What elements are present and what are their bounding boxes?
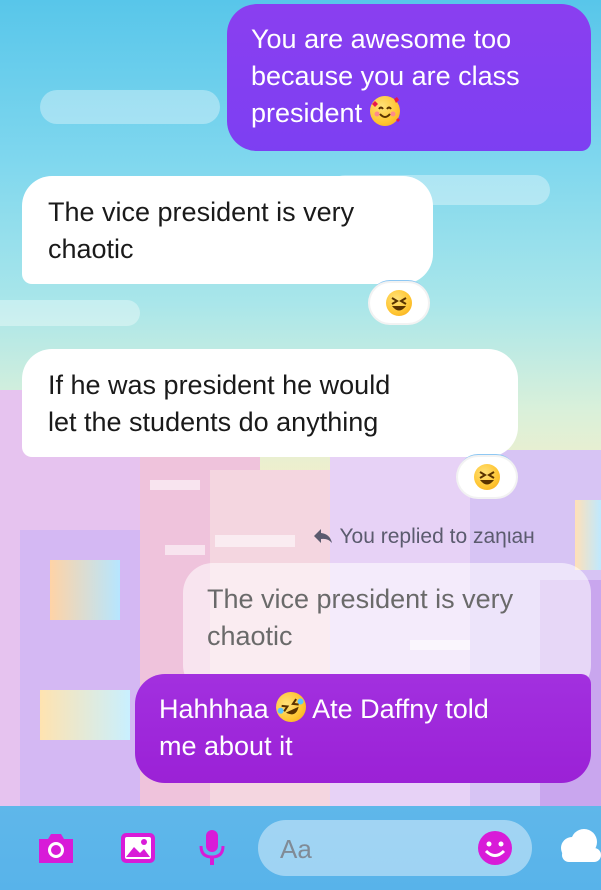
quoted-line: chaotic	[207, 621, 293, 651]
reply-context-label: You replied to zaηιaн	[312, 525, 535, 551]
grinning-squinting-face-icon	[386, 290, 412, 316]
emoji-icon	[476, 831, 514, 871]
message-line: because you are class	[251, 61, 520, 91]
reaction-badge[interactable]	[458, 457, 516, 497]
emoji-picker-button[interactable]	[476, 829, 514, 872]
message-line: If he was president he would	[48, 370, 391, 400]
message-incoming[interactable]: If he was president he would let the stu…	[22, 349, 518, 457]
message-line: You are awesome too	[251, 24, 512, 54]
gallery-button[interactable]	[116, 828, 160, 872]
message-line: Hahhhaa Ate Daffny told	[159, 687, 567, 728]
message-outgoing[interactable]: You are awesome too because you are clas…	[227, 4, 591, 151]
composer-bar: Aa	[0, 806, 601, 890]
microphone-icon	[197, 828, 227, 873]
message-incoming[interactable]: The vice president is very chaotic	[22, 176, 433, 284]
grinning-squinting-face-icon	[474, 464, 500, 490]
camera-button[interactable]	[34, 828, 78, 872]
message-input-placeholder: Aa	[280, 834, 312, 864]
message-line: let the students do anything	[48, 407, 379, 437]
rolling-on-floor-laughing-icon	[271, 687, 312, 727]
message-line: president	[251, 95, 567, 132]
message-line: me about it	[159, 731, 293, 761]
message-input[interactable]: Aa	[258, 820, 532, 876]
message-outgoing[interactable]: Hahhhaa Ate Daffny told me about it	[135, 674, 591, 783]
camera-icon	[35, 830, 77, 871]
quoted-line: The vice president is very	[207, 584, 514, 614]
message-line: The vice president is very	[48, 197, 355, 227]
message-line: chaotic	[48, 234, 134, 264]
voice-button[interactable]	[190, 828, 234, 872]
reply-arrow-icon	[312, 527, 334, 551]
cloud-icon	[556, 826, 601, 871]
smiling-face-with-hearts-icon	[369, 96, 400, 126]
reaction-badge[interactable]	[370, 283, 428, 323]
quick-send-button[interactable]	[556, 826, 601, 870]
image-icon	[119, 831, 157, 870]
